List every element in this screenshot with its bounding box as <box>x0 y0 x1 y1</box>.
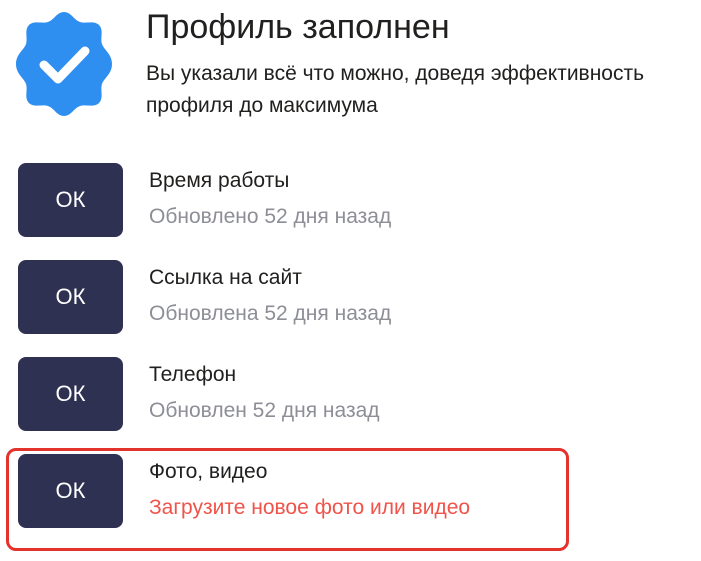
verified-check-badge-icon <box>8 8 120 120</box>
list-item-work-hours: ОК Время работы Обновлено 52 дня назад <box>18 163 618 239</box>
badge-svg <box>16 12 112 116</box>
ok-button[interactable]: ОК <box>18 260 123 334</box>
item-status: Обновлен 52 дня назад <box>149 399 380 422</box>
highlight-frame <box>6 448 569 551</box>
page-subtitle: Вы указали всё что можно, доведя эффекти… <box>146 62 645 117</box>
page-title: Профиль заполнен <box>146 8 450 46</box>
list-item-phone: ОК Телефон Обновлен 52 дня назад <box>18 357 618 433</box>
ok-button[interactable]: ОК <box>18 357 123 431</box>
item-status: Обновлено 52 дня назад <box>149 205 392 228</box>
badge-rosette <box>16 12 112 116</box>
item-title: Время работы <box>149 169 290 192</box>
item-title: Ссылка на сайт <box>149 266 302 289</box>
item-status: Обновлена 52 дня назад <box>149 302 392 325</box>
item-title: Телефон <box>149 363 237 386</box>
ok-button[interactable]: ОК <box>18 163 123 237</box>
list-item-website-link: ОК Ссылка на сайт Обновлена 52 дня назад <box>18 260 618 336</box>
